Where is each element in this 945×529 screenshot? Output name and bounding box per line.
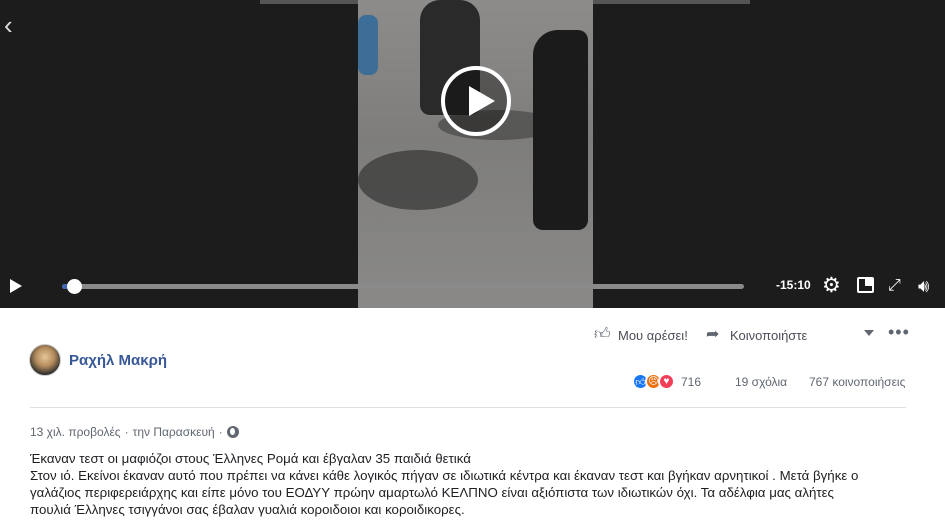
divider bbox=[30, 407, 906, 408]
time-remaining: -15:10 bbox=[776, 278, 811, 292]
fullscreen-icon[interactable]: ⤢ bbox=[888, 276, 901, 296]
like-label: Μου αρέσει! bbox=[618, 327, 688, 343]
share-arrow-icon: ➦ bbox=[706, 326, 720, 343]
reactions-summary[interactable]: 👍︎ 😠︎ ♥ 716 bbox=[632, 373, 701, 390]
shares-count[interactable]: 767 κοινοποιήσεις bbox=[809, 375, 905, 389]
chevron-down-icon[interactable] bbox=[864, 330, 874, 336]
video-scene-shadow bbox=[358, 150, 478, 210]
like-button[interactable]: 👍︎ Μου αρέσει! bbox=[594, 326, 688, 344]
seek-bar-knob[interactable] bbox=[66, 279, 82, 294]
video-player[interactable]: ‹ -15:10 ⚙ ⤢ 🔊︎ bbox=[0, 0, 945, 308]
globe-icon bbox=[226, 426, 239, 438]
post-date[interactable]: την Παρασκευή bbox=[133, 425, 215, 439]
play-button[interactable] bbox=[10, 279, 22, 293]
picture-in-picture-icon[interactable] bbox=[857, 277, 874, 293]
post-text-line: πουλιά Έλληνες τσιγγάνοι σας έβαλαν γυαλ… bbox=[30, 502, 465, 517]
chevron-left-icon[interactable]: ‹ bbox=[4, 12, 22, 38]
avatar[interactable] bbox=[29, 344, 61, 376]
author-name[interactable]: Ραχήλ Μακρή bbox=[69, 352, 167, 369]
share-button[interactable]: ➦ Κοινοποιήστε bbox=[706, 326, 807, 344]
post-text: Έκαναν τεστ οι μαφιόζοι στους Έλληνες Ρο… bbox=[30, 450, 910, 518]
video-scene-figure bbox=[533, 30, 588, 230]
love-reaction-icon: ♥ bbox=[658, 373, 675, 390]
share-label: Κοινοποιήστε bbox=[730, 327, 808, 343]
more-options-icon[interactable]: ••• bbox=[888, 322, 910, 343]
video-frame bbox=[358, 0, 593, 308]
post-text-line: γαλάζιος περιφερειάρχης και είπε μόνο το… bbox=[30, 485, 834, 500]
view-count: 13 χιλ. προβολές bbox=[30, 425, 121, 439]
gear-icon[interactable]: ⚙ bbox=[822, 275, 841, 296]
meta-separator: · bbox=[218, 425, 223, 439]
play-icon[interactable] bbox=[441, 66, 511, 136]
video-scene-figure bbox=[358, 15, 378, 75]
post-text-line: Στον ιό. Εκείνοι έκαναν αυτό που πρέπει … bbox=[30, 468, 859, 483]
post-author: Ραχήλ Μακρή bbox=[29, 344, 167, 376]
seek-bar[interactable] bbox=[62, 279, 744, 294]
post-text-line: Έκαναν τεστ οι μαφιόζοι στους Έλληνες Ρο… bbox=[30, 451, 471, 466]
post-actions: 👍︎ Μου αρέσει! ➦ Κοινοποιήστε ••• bbox=[594, 322, 924, 348]
meta-separator: · bbox=[124, 425, 129, 439]
comments-count[interactable]: 19 σχόλια bbox=[735, 375, 787, 389]
video-controls: -15:10 ⚙ ⤢ 🔊︎ bbox=[0, 270, 945, 302]
reaction-count: 716 bbox=[681, 374, 702, 389]
thumbs-up-icon: 👍︎ bbox=[594, 326, 611, 343]
volume-icon[interactable]: 🔊︎ bbox=[918, 276, 929, 296]
post-meta: 13 χιλ. προβολές · την Παρασκευή · bbox=[30, 425, 239, 439]
